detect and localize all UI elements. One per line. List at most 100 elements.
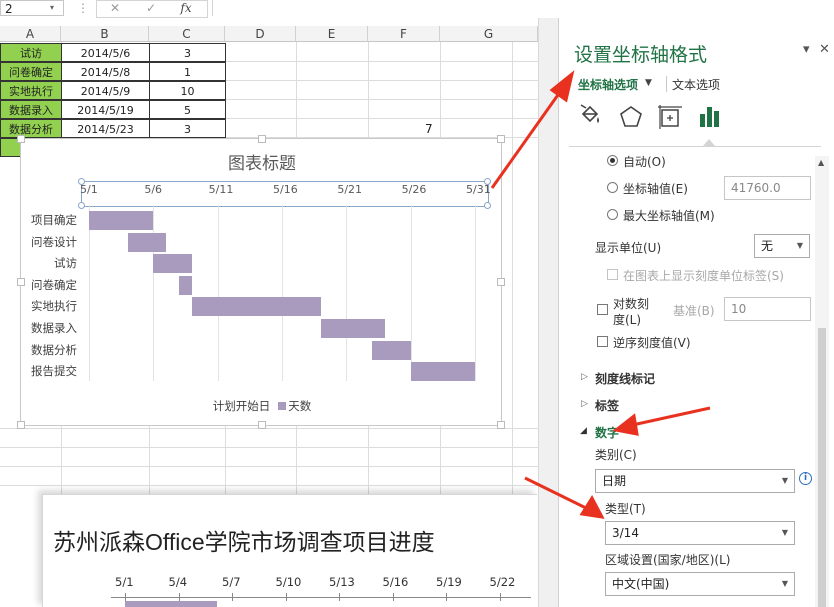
close-icon[interactable]: ✕ [819, 42, 830, 57]
chart-handle[interactable] [497, 421, 505, 429]
chart-handle[interactable] [497, 135, 505, 143]
chart-handle[interactable] [17, 421, 25, 429]
cell-a6[interactable]: 数据分析 [0, 119, 62, 138]
display-units-select[interactable]: 无 ▼ [754, 234, 810, 258]
axis-handle-br[interactable] [484, 202, 491, 209]
column-header-f[interactable]: F [368, 26, 440, 42]
column-header-b[interactable]: B [61, 26, 149, 42]
cell-b6[interactable]: 2014/5/23 [61, 119, 150, 138]
label-base: 基准(B) [673, 304, 715, 318]
pentagon-icon[interactable] [618, 104, 644, 130]
gantt-bar[interactable] [153, 254, 192, 274]
cell-a3[interactable]: 问卷确定 [0, 62, 62, 81]
radio-axis-value[interactable] [607, 182, 618, 193]
chart2-title[interactable]: 苏州派森Office学院市场调查项目进度 [53, 523, 435, 557]
gantt-bar[interactable] [179, 275, 192, 295]
label-type: 类型(T) [605, 502, 646, 516]
chart2-tick-mark [446, 593, 447, 601]
task-label: 实地执行 [31, 299, 77, 314]
column-header-c[interactable]: C [149, 26, 225, 42]
task-label: 数据分析 [31, 342, 77, 357]
gantt-bar[interactable] [127, 232, 167, 252]
size-properties-icon[interactable] [657, 104, 683, 130]
chart-handle[interactable] [17, 278, 25, 286]
gantt-bar[interactable] [89, 211, 154, 230]
cell-b3[interactable]: 2014/5/8 [61, 62, 150, 81]
tab-text-options[interactable]: 文本选项 [672, 76, 720, 93]
section-labels[interactable]: 标签 [595, 397, 619, 414]
cell-c6[interactable]: 3 [149, 119, 226, 138]
radio-max-axis-value[interactable] [607, 209, 618, 220]
axis-value-input[interactable]: 41760.0 [724, 176, 811, 200]
column-header-g[interactable]: G [440, 26, 538, 42]
info-icon[interactable]: i [799, 472, 812, 485]
pane-menu-icon[interactable]: ▾ [803, 42, 810, 57]
chart-handle[interactable] [258, 135, 266, 143]
worksheet[interactable]: A B C D E F G 试访 2014/5/6 3 问卷确定 2014/5/… [0, 18, 538, 607]
insert-function-icon[interactable]: fx [175, 0, 197, 16]
confirm-icon[interactable]: ✓ [140, 0, 162, 16]
chevron-down-icon[interactable]: ▼ [645, 78, 652, 88]
gantt-bar[interactable] [410, 362, 475, 382]
cell-c4[interactable]: 10 [149, 81, 226, 100]
cell-a4[interactable]: 实地执行 [0, 81, 62, 100]
section-number[interactable]: 数字 [595, 424, 619, 441]
radio-auto[interactable] [607, 155, 618, 166]
legend-entry-days: 天数 [288, 399, 312, 413]
gantt-bar[interactable] [191, 297, 321, 317]
column-header-e[interactable]: E [296, 26, 368, 42]
column-header-d[interactable]: D [225, 26, 296, 42]
cell-a2[interactable]: 试访 [0, 43, 62, 62]
cell-b5[interactable]: 2014/5/19 [61, 100, 150, 119]
collapse-number-icon[interactable]: ◢ [580, 426, 587, 436]
chart-legend[interactable]: 计划开始日 天数 [21, 398, 503, 414]
sheet-scrollbar[interactable] [538, 18, 559, 607]
chart-handle[interactable] [258, 421, 266, 429]
chart-handle[interactable] [497, 278, 505, 286]
chart-title[interactable]: 图表标题 [21, 149, 503, 174]
x-tick-label: 5/31 [466, 183, 491, 196]
pane-scroll-thumb[interactable] [818, 328, 826, 607]
checkbox-reverse[interactable] [597, 336, 608, 347]
locale-select[interactable]: 中文(中国) ▼ [605, 572, 795, 596]
tab-axis-options[interactable]: 坐标轴选项 [578, 76, 638, 93]
progress-chart-preview[interactable]: 苏州派森Office学院市场调查项目进度 5/1 5/4 5/7 5/10 5/13 5/… [42, 494, 537, 607]
name-box-dropdown-icon[interactable]: ▾ [50, 0, 54, 16]
bar-chart-icon[interactable] [697, 104, 723, 130]
type-select[interactable]: 3/14 ▼ [605, 521, 795, 545]
chart-handle[interactable] [17, 135, 25, 143]
cell-f6-value[interactable]: 7 [425, 120, 445, 139]
formula-input[interactable] [212, 0, 834, 16]
gantt-bar[interactable] [320, 319, 385, 338]
cell-b4[interactable]: 2014/5/9 [61, 81, 150, 100]
category-select[interactable]: 日期 ▼ [595, 469, 795, 493]
task-label: 问卷设计 [31, 234, 77, 249]
cell-c5[interactable]: 5 [149, 100, 226, 119]
column-header-a[interactable]: A [0, 26, 61, 42]
chart2-bar[interactable] [125, 601, 217, 607]
scroll-up-icon[interactable]: ▲ [818, 158, 824, 167]
cell-c3[interactable]: 1 [149, 62, 226, 81]
checkbox-log-scale[interactable] [597, 304, 608, 315]
cell-c2[interactable]: 3 [149, 43, 226, 62]
expand-labels-icon[interactable]: ▷ [581, 399, 588, 409]
x-tick-label: 5/6 [144, 183, 163, 196]
axis-handle-bl[interactable] [78, 202, 85, 209]
label-max-axis-value: 最大坐标轴值(M) [623, 209, 715, 223]
checkbox-show-units-label[interactable] [607, 269, 618, 280]
chart2-tick-label: 5/1 [115, 575, 134, 589]
cell-a5[interactable]: 数据录入 [0, 100, 62, 119]
chevron-down-icon: ▼ [781, 528, 788, 537]
section-tickmarks[interactable]: 刻度线标记 [595, 370, 655, 387]
gantt-bar[interactable] [372, 340, 411, 360]
name-box[interactable]: 2 [0, 0, 64, 16]
label-show-units: 在图表上显示刻度单位标签(S) [623, 269, 784, 283]
expand-tickmarks-icon[interactable]: ▷ [581, 372, 588, 382]
gantt-chart[interactable]: 图表标题 5/1 5/6 5/11 5/16 5/21 5/26 5/31 项目确定 问卷设计… [17, 135, 505, 429]
cell-b2[interactable]: 2014/5/6 [61, 43, 150, 62]
cancel-icon[interactable]: ✕ [104, 0, 126, 16]
base-input[interactable]: 10 [724, 297, 811, 321]
chart2-tick-mark [285, 593, 287, 601]
x-gridline [410, 205, 412, 381]
fill-icon[interactable] [577, 104, 603, 130]
